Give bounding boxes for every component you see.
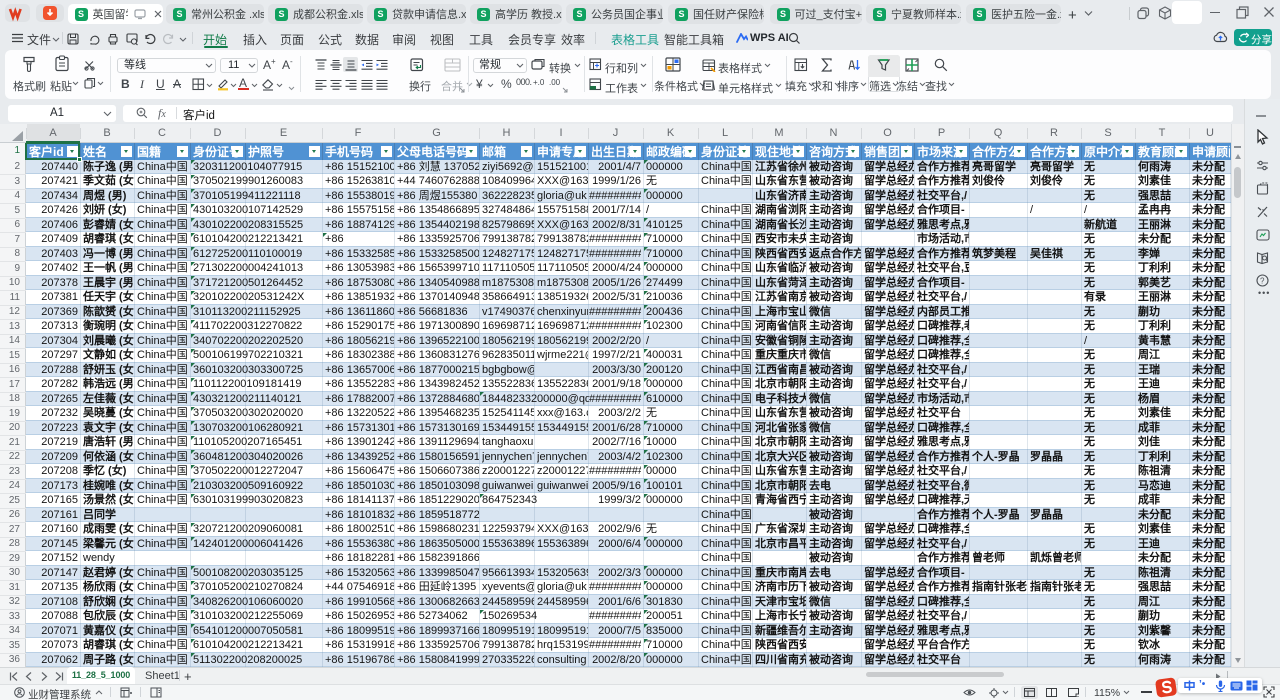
svg-text:?: ?	[1260, 277, 1265, 286]
